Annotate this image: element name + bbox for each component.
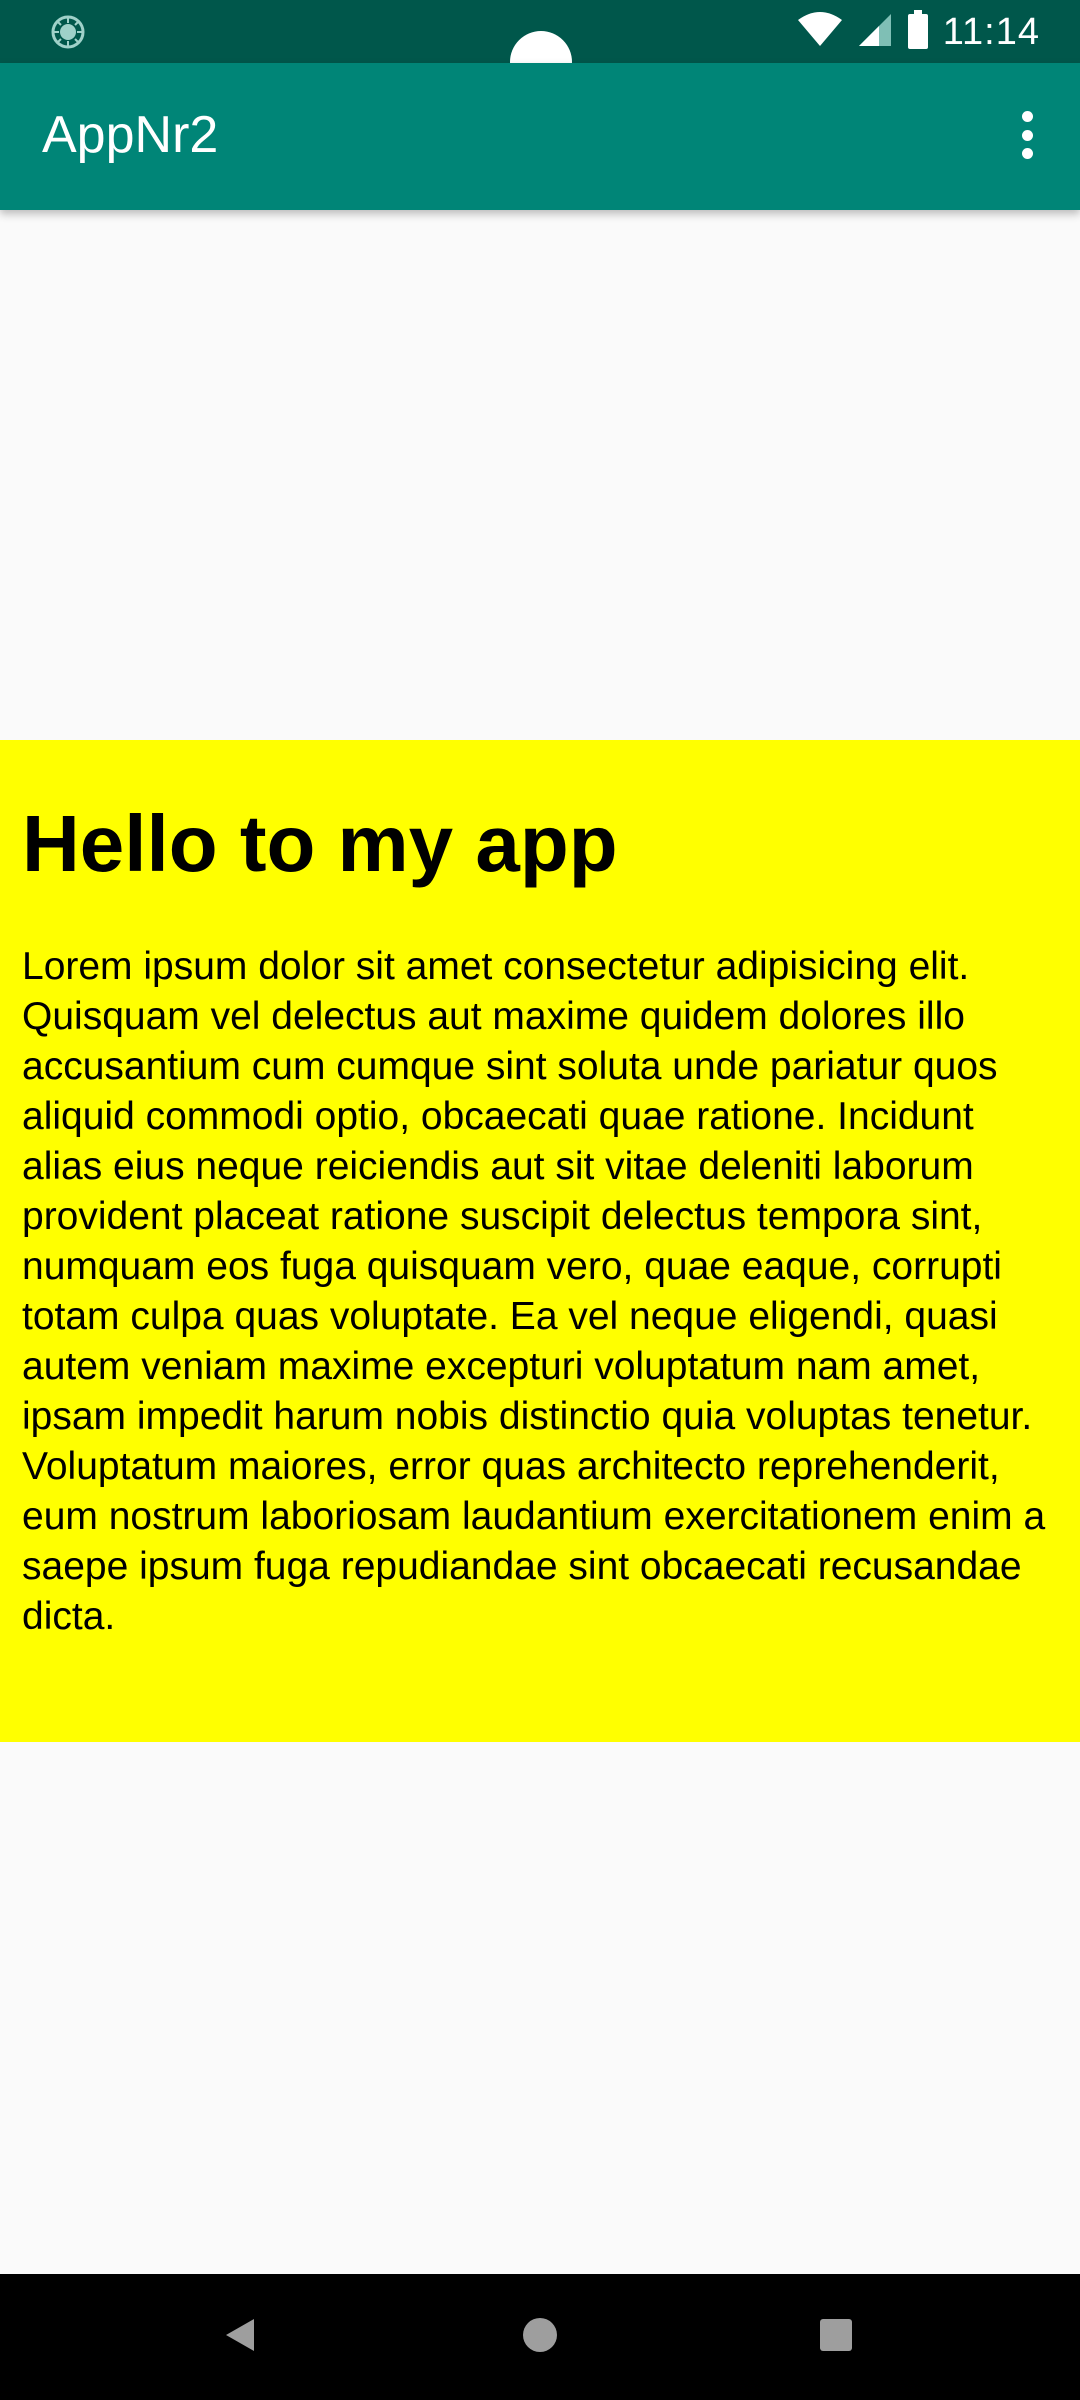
home-icon — [522, 2317, 558, 2358]
content-body: Lorem ipsum dolor sit amet consectetur a… — [22, 945, 1046, 1638]
navigation-bar — [0, 2274, 1080, 2400]
status-time: 11:14 — [942, 10, 1040, 53]
app-bar: AppNr2 — [0, 63, 1080, 210]
menu-dot — [1021, 129, 1033, 141]
recents-button[interactable] — [776, 2274, 896, 2400]
back-button[interactable] — [180, 2274, 300, 2400]
recents-icon — [819, 2318, 853, 2357]
status-icons: 11:14 — [797, 9, 1040, 55]
battery-icon — [907, 9, 929, 55]
content-title: Hello to my app — [22, 799, 618, 888]
menu-dot — [1021, 148, 1033, 159]
back-icon — [222, 2317, 258, 2358]
overflow-menu-icon[interactable] — [1012, 105, 1042, 165]
wifi-icon — [797, 11, 843, 53]
app-screen: 11:14 AppNr2 Hello to my app Lorem ipsum… — [0, 0, 1080, 2400]
menu-dot — [1021, 111, 1033, 122]
sync-icon — [50, 14, 86, 50]
home-button[interactable] — [480, 2274, 600, 2400]
app-title: AppNr2 — [42, 106, 219, 164]
content-card: Hello to my app Lorem ipsum dolor sit am… — [0, 740, 1080, 1742]
signal-icon — [857, 12, 893, 53]
